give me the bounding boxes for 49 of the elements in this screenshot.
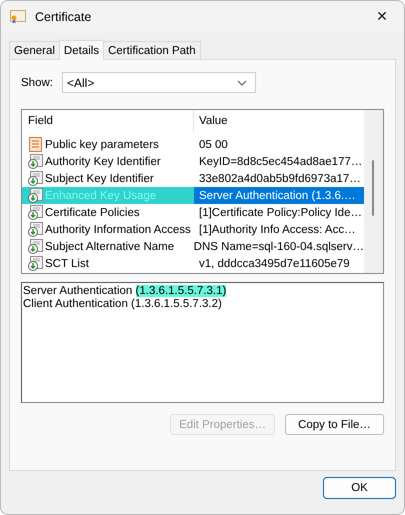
tab[interactable]: General [9, 41, 60, 59]
value-line: Server Authentication (1.3.6.1.5.5.7.3.1) [23, 285, 228, 298]
value-line: Client Authentication (1.3.6.1.5.5.7.3.2) [23, 298, 223, 311]
field-name: Subject Alternative Name [45, 240, 174, 252]
column-header[interactable]: Value [194, 110, 228, 132]
field-value: KeyID=8d8c5ec454ad8ae177… [198, 156, 362, 168]
show-label: Show: [21, 76, 53, 88]
scrollbar[interactable] [364, 110, 383, 273]
field-name: Certificate Policies [45, 206, 140, 218]
certificate-download-icon [28, 239, 43, 254]
list-row[interactable]: SCT List v1, dddcca3495d7e11605e79 [22, 255, 364, 272]
certificate-download-icon [28, 188, 43, 203]
field-name: Public key parameters [45, 138, 159, 150]
list-row[interactable]: Enhanced Key Usage Server Authentication (1.3.6.… [22, 187, 364, 204]
list-row[interactable]: Public key parameters 05 00 [22, 136, 364, 153]
close-button[interactable]: ✕ [360, 1, 404, 33]
action-button[interactable]: Copy to File… [285, 414, 384, 435]
value-text-box[interactable]: Server Authentication (1.3.6.1.5.5.7.3.1) Client Authentication (1.3.6.1.5.5.7.3.2) [21, 282, 384, 403]
list-row[interactable]: Subject Key Identifier 33e802a4d0ab5b9fd6973a17… [22, 170, 364, 187]
certificate-download-icon [28, 154, 43, 169]
tab[interactable]: Certification Path [103, 41, 201, 59]
tab[interactable]: Details [58, 40, 104, 60]
field-value: 05 00 [198, 138, 228, 150]
field-name: Subject Key Identifier [45, 172, 154, 184]
field-value: [1]Certificate Policy:Policy Ide… [198, 206, 362, 218]
certificate-download-icon [28, 256, 43, 271]
certificate-download-icon [28, 205, 43, 220]
window-title: Certificate [35, 10, 92, 24]
list-row[interactable]: Subject Alternative Name DNS Name=sql-160-04.sqlserv… [22, 238, 364, 255]
field-name: Authority Key Identifier [45, 156, 161, 168]
field-value: Server Authentication (1.3.6.… [198, 190, 356, 202]
field-value: [1]Authority Info Access: Acc… [198, 224, 356, 236]
show-dropdown[interactable]: <All> [62, 72, 256, 93]
field-value: 33e802a4d0ab5b9fd6973a17… [198, 172, 361, 184]
certificate-download-icon [28, 171, 43, 186]
list-row[interactable]: Authority Key Identifier KeyID=8d8c5ec454ad8ae177… [22, 153, 364, 170]
document-icon [28, 137, 43, 152]
certificate-download-icon [28, 222, 43, 237]
field-value: v1, dddcca3495d7e11605e79 [198, 258, 350, 270]
list-row[interactable]: Authority Information Access [1]Authority Info Access: Acc… [22, 221, 364, 238]
chevron-down-icon [236, 80, 247, 86]
ok-button[interactable]: OK [323, 477, 396, 499]
column-header[interactable]: Field [22, 110, 194, 132]
field-name: Authority Information Access [45, 224, 191, 236]
field-name: Enhanced Key Usage [45, 190, 156, 202]
certificate-icon [10, 10, 26, 24]
list-row[interactable]: Certificate Policies [1]Certificate Policy:Policy Ide… [22, 204, 364, 221]
field-value: DNS Name=sql-160-04.sqlserv… [192, 240, 364, 252]
field-name: SCT List [45, 258, 89, 270]
